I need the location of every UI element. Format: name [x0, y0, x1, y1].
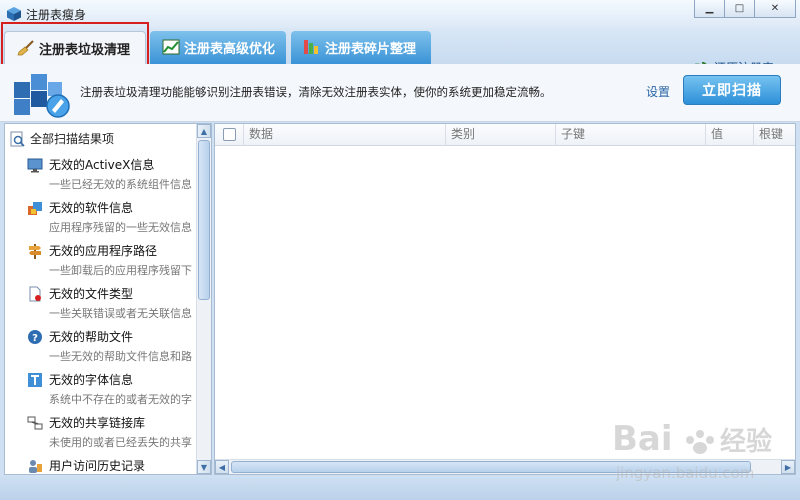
chevron-left-icon: ◀ [218, 462, 226, 472]
chart-icon [162, 39, 180, 55]
software-icon [28, 201, 42, 215]
app-icon [7, 7, 21, 21]
tree-item-subtitle: 未使用的或者已经丢失的共享 [49, 436, 192, 449]
tree-scrollbar[interactable]: ▲ ▼ [196, 124, 211, 474]
highlight-box [1, 22, 149, 70]
registry-cubes-icon [14, 74, 70, 118]
tree-item-title: 无效的文件类型 [49, 287, 134, 301]
window-controls: ▁ □ ✕ [694, 0, 796, 18]
column-subkey[interactable]: 子键 [555, 124, 705, 146]
defrag-icon [304, 40, 318, 54]
scan-results-icon [10, 131, 25, 147]
monitor-icon [27, 158, 43, 172]
banner-description: 注册表垃圾清理功能能够识别注册表错误，清除无效注册表实体，使你的系统更加稳定流畅… [80, 85, 552, 99]
svg-text:?: ? [32, 333, 38, 344]
scroll-thumb[interactable] [231, 461, 751, 473]
scroll-left-button[interactable]: ◀ [215, 460, 229, 474]
link-icon [27, 416, 43, 429]
tree-item-subtitle: 一些已经无效的系统组件信息 [49, 178, 192, 191]
scan-results-tree: 全部扫描结果项 无效的ActiveX信息 一些已经无效的系统组件信息 无效的软件… [4, 123, 212, 475]
tree-item-subtitle: 系统中不存在的或者无效的字 [49, 393, 192, 406]
column-category[interactable]: 类别 [445, 124, 555, 146]
help-icon: ? [28, 329, 42, 344]
tree-item-title: 无效的帮助文件 [49, 330, 134, 344]
tree-item-shared-dll[interactable]: 无效的共享链接库 未使用的或者已经丢失的共享 [27, 414, 199, 450]
maximize-icon: □ [734, 3, 745, 14]
scroll-right-button[interactable]: ▶ [781, 460, 795, 474]
tree-item-subtitle: 应用程序残留的一些无效信息 [49, 221, 192, 234]
tree-item-title: 无效的软件信息 [49, 201, 134, 215]
tree-item-subtitle: 一些关联错误或者无关联信息 [49, 307, 192, 320]
scan-now-button[interactable]: 立即扫描 [683, 75, 781, 105]
tab-label: 注册表碎片整理 [325, 42, 417, 57]
tree-item-subtitle: 一些卸载后的应用程序残留下 [49, 264, 192, 277]
status-bar [0, 477, 800, 500]
tab-label: 注册表高级优化 [184, 42, 276, 57]
info-banner: 注册表垃圾清理功能能够识别注册表错误，清除无效注册表实体，使你的系统更加稳定流畅… [0, 64, 800, 122]
tree-item-history[interactable]: 用户访问历史记录 [27, 457, 199, 474]
column-root-key[interactable]: 根键 [753, 124, 795, 146]
tab-advanced-optimize[interactable]: 注册表高级优化 [150, 31, 286, 64]
tree-item-activex[interactable]: 无效的ActiveX信息 一些已经无效的系统组件信息 [27, 156, 199, 192]
tree-item-file-type[interactable]: 无效的文件类型 一些关联错误或者无关联信息 [27, 285, 199, 321]
minimize-button[interactable]: ▁ [694, 0, 725, 18]
font-icon [28, 372, 42, 387]
history-icon [29, 459, 42, 473]
close-icon: ✕ [770, 3, 780, 14]
maximize-button[interactable]: □ [724, 0, 755, 18]
tree-item-title: 无效的ActiveX信息 [49, 158, 155, 172]
column-data[interactable]: 数据 [243, 124, 445, 146]
tree-item-app-path[interactable]: 无效的应用程序路径 一些卸载后的应用程序残留下 [27, 242, 199, 278]
results-grid: 数据 类别 子键 值 根键 ◀ ▶ [214, 123, 796, 475]
grid-header: 数据 类别 子键 值 根键 [215, 124, 795, 146]
window-title: 注册表瘦身 [26, 8, 87, 22]
signpost-icon [29, 243, 41, 259]
select-all-checkbox[interactable] [223, 128, 236, 141]
scroll-down-button[interactable]: ▼ [197, 460, 211, 474]
tree-item-help-file[interactable]: ? 无效的帮助文件 一些无效的帮助文件信息和路 [27, 328, 199, 364]
tab-defrag[interactable]: 注册表碎片整理 [291, 31, 431, 64]
tree-item-title: 无效的字体信息 [49, 373, 134, 387]
tree-item-title: 用户访问历史记录 [49, 459, 146, 473]
column-value[interactable]: 值 [705, 124, 753, 146]
tree-item-font[interactable]: 无效的字体信息 系统中不存在的或者无效的字 [27, 371, 199, 407]
scroll-up-button[interactable]: ▲ [197, 124, 211, 138]
chevron-up-icon: ▲ [200, 126, 208, 136]
chevron-down-icon: ▼ [200, 462, 208, 472]
tree-item-software[interactable]: 无效的软件信息 应用程序残留的一些无效信息 [27, 199, 199, 235]
minimize-icon: ▁ [705, 3, 714, 14]
tree-root-label: 全部扫描结果项 [30, 132, 115, 146]
settings-link[interactable]: 设置 [646, 83, 670, 100]
file-icon [29, 286, 41, 301]
tree-root[interactable]: 全部扫描结果项 [9, 130, 114, 147]
tree-item-title: 无效的共享链接库 [49, 416, 146, 430]
chevron-right-icon: ▶ [784, 462, 792, 472]
tree-item-title: 无效的应用程序路径 [49, 244, 158, 258]
grid-horizontal-scrollbar[interactable]: ◀ ▶ [215, 459, 795, 474]
close-button[interactable]: ✕ [754, 0, 796, 18]
scroll-thumb[interactable] [198, 140, 210, 300]
tree-item-subtitle: 一些无效的帮助文件信息和路 [49, 350, 192, 363]
